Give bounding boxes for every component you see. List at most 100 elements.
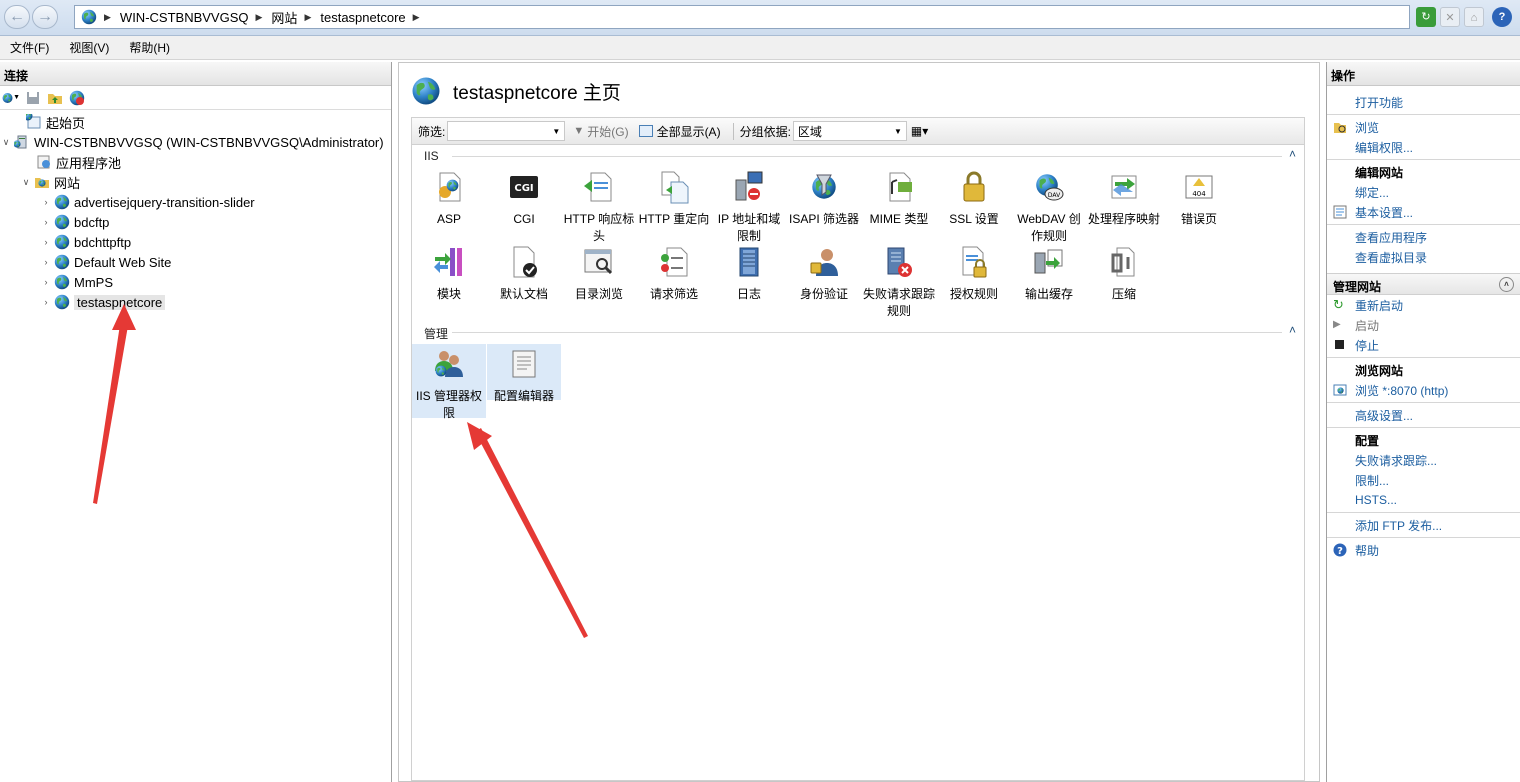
globe-icon: [54, 214, 70, 230]
arrow-right-icon: →: [37, 8, 53, 25]
group-by-select[interactable]: 区域 ▼: [792, 121, 907, 141]
feature-asp[interactable]: ASP: [412, 167, 486, 228]
view-mode-icon[interactable]: ▦▾: [911, 124, 928, 138]
action-help[interactable]: ? 帮助: [1327, 540, 1520, 560]
chevron-right-icon[interactable]: ›: [40, 197, 52, 207]
folder-up-icon[interactable]: [46, 89, 64, 107]
feature-error-pages[interactable]: 404 错误页: [1162, 167, 1236, 228]
feature-cgi[interactable]: CGI CGI: [487, 167, 561, 228]
action-advanced-settings[interactable]: 高级设置...: [1327, 405, 1520, 425]
http-headers-icon: [584, 172, 612, 202]
disconnect-icon[interactable]: [68, 89, 86, 107]
save-icon[interactable]: [24, 89, 42, 107]
asp-icon: [439, 172, 461, 202]
feature-iis-manager-permissions[interactable]: IIS 管理器权限: [412, 344, 486, 420]
menu-view[interactable]: 视图(V): [69, 39, 109, 56]
tree-start-page[interactable]: 起始页: [0, 112, 391, 132]
chevron-right-icon[interactable]: ›: [40, 257, 52, 267]
tree-site-item[interactable]: › bdcftp: [0, 212, 391, 232]
chevron-right-icon[interactable]: ›: [40, 297, 52, 307]
action-start[interactable]: ▶ 启动: [1327, 315, 1520, 335]
feature-webdav[interactable]: DAV WebDAV 创作规则: [1012, 167, 1086, 245]
tree-site-item[interactable]: › Default Web Site: [0, 252, 391, 272]
feature-isapi-filters[interactable]: ISAPI 筛选器: [787, 167, 861, 228]
tree-site-item[interactable]: › MmPS: [0, 272, 391, 292]
feature-authorization-rules[interactable]: 授权规则: [937, 242, 1011, 303]
tree-app-pools[interactable]: 应用程序池: [0, 152, 391, 172]
tree-site-item-selected[interactable]: › testaspnetcore: [0, 292, 391, 312]
chevron-right-icon[interactable]: ›: [40, 277, 52, 287]
action-browse-8070[interactable]: 浏览 *:8070 (http): [1327, 380, 1520, 400]
start-filter-button[interactable]: ▼ 开始(G): [573, 123, 628, 140]
help-icon[interactable]: ?: [1492, 7, 1512, 27]
show-all-button[interactable]: 全部显示(A): [638, 123, 721, 140]
forward-button[interactable]: →: [32, 5, 58, 29]
feature-http-redirect[interactable]: HTTP 重定向: [637, 167, 711, 228]
globe-icon: [81, 9, 97, 25]
action-explore[interactable]: 浏览: [1327, 117, 1520, 137]
feature-default-document[interactable]: 默认文档: [487, 242, 561, 303]
manage-site-header[interactable]: 管理网站 ˄: [1327, 273, 1520, 295]
stop-icon[interactable]: ✕: [1440, 7, 1460, 27]
action-edit-permissions[interactable]: 编辑权限...: [1327, 137, 1520, 157]
collapse-icon[interactable]: ˄: [1499, 277, 1514, 292]
http-redirect-icon: [661, 171, 689, 204]
feature-handler-mappings[interactable]: 处理程序映射: [1087, 167, 1161, 228]
back-button[interactable]: ←: [4, 5, 30, 29]
action-restart[interactable]: ↻ 重新启动: [1327, 295, 1520, 315]
action-view-virtual-directories[interactable]: 查看虚拟目录: [1327, 247, 1520, 267]
feature-modules[interactable]: 模块: [412, 242, 486, 303]
section-iis: IIS ˄: [424, 147, 1296, 163]
action-failed-request-tracing[interactable]: 失败请求跟踪...: [1327, 450, 1520, 470]
chevron-right-icon[interactable]: ›: [40, 237, 52, 247]
feature-authentication[interactable]: 身份验证: [787, 242, 861, 303]
connections-tree: 起始页 ∨ WIN-CSTBNBVVGSQ (WIN-CSTBNBVVGSQ\A…: [0, 110, 391, 312]
filter-input[interactable]: ▼: [447, 121, 566, 141]
breadcrumb-server[interactable]: WIN-CSTBNBVVGSQ: [120, 10, 249, 25]
feature-logging[interactable]: 日志: [712, 242, 786, 303]
tree-server[interactable]: ∨ WIN-CSTBNBVVGSQ (WIN-CSTBNBVVGSQ\Admin…: [0, 132, 391, 152]
chevron-down-icon[interactable]: ∨: [20, 177, 32, 188]
feature-output-caching[interactable]: 输出缓存: [1012, 242, 1086, 303]
feature-configuration-editor[interactable]: 配置编辑器: [487, 344, 561, 403]
connect-icon[interactable]: ▼: [2, 89, 20, 107]
tree-sites[interactable]: ∨ 网站: [0, 172, 391, 192]
feature-ip-restrictions[interactable]: IP 地址和域限制: [712, 167, 786, 245]
feature-directory-browsing[interactable]: 目录浏览: [562, 242, 636, 303]
modules-icon: [434, 248, 462, 276]
feature-compression[interactable]: 压缩: [1087, 242, 1161, 303]
configuration-editor-icon: [512, 350, 536, 378]
home-icon[interactable]: ⌂: [1464, 7, 1484, 27]
help-icon: ?: [1333, 543, 1347, 557]
address-path[interactable]: ▶ WIN-CSTBNBVVGSQ ▶ 网站 ▶ testaspnetcore …: [74, 5, 1410, 29]
action-view-applications[interactable]: 查看应用程序: [1327, 227, 1520, 247]
feature-mime-types[interactable]: MIME 类型: [862, 167, 936, 228]
action-stop[interactable]: 停止: [1327, 335, 1520, 355]
feature-http-response-headers[interactable]: HTTP 响应标头: [562, 167, 636, 245]
action-open-feature[interactable]: 打开功能: [1327, 92, 1520, 112]
action-hsts[interactable]: HSTS...: [1327, 490, 1520, 510]
globe-icon: [54, 234, 70, 250]
action-bindings[interactable]: 绑定...: [1327, 182, 1520, 202]
breadcrumb-site[interactable]: testaspnetcore: [320, 10, 405, 25]
feature-failed-request-tracing[interactable]: 失败请求跟踪规则: [862, 242, 936, 320]
group-browse-site: 浏览网站: [1355, 363, 1404, 378]
feature-ssl-settings[interactable]: SSL 设置: [937, 167, 1011, 228]
ip-restrictions-icon: [735, 171, 763, 201]
chevron-down-icon[interactable]: ∨: [0, 137, 12, 148]
action-add-ftp-publishing[interactable]: 添加 FTP 发布...: [1327, 515, 1520, 535]
breadcrumb-separator-icon: ▶: [255, 11, 263, 22]
action-limits[interactable]: 限制...: [1327, 470, 1520, 490]
tree-site-item[interactable]: › bdchttpftp: [0, 232, 391, 252]
collapse-icon[interactable]: ˄: [1289, 323, 1296, 337]
menu-help[interactable]: 帮助(H): [129, 39, 170, 56]
action-basic-settings[interactable]: 基本设置...: [1327, 202, 1520, 222]
chevron-right-icon[interactable]: ›: [40, 217, 52, 227]
feature-request-filtering[interactable]: 请求筛选: [637, 242, 711, 303]
refresh-icon[interactable]: ↻: [1416, 7, 1436, 27]
menu-file[interactable]: 文件(F): [10, 39, 49, 56]
collapse-icon[interactable]: ˄: [1289, 147, 1296, 161]
breadcrumb-sites[interactable]: 网站: [271, 8, 297, 27]
tree-site-item[interactable]: › advertisejquery-transition-slider: [0, 192, 391, 212]
globe-icon: [411, 76, 441, 106]
